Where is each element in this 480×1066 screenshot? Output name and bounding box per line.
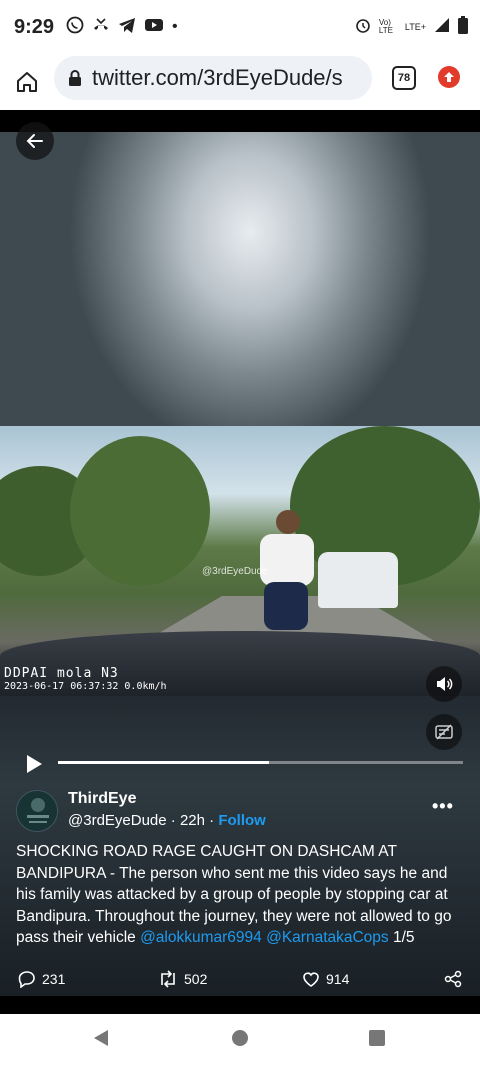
tweet-text: SHOCKING ROAD RAGE CAUGHT ON DASHCAM AT … [16,841,466,949]
like-count: 914 [326,971,350,987]
home-icon [17,72,37,92]
retweet-icon [161,970,175,988]
author-meta: @3rdEyeDude · 22h · Follow [68,812,266,829]
video-progress-bar[interactable] [58,761,463,764]
lock-icon [69,70,81,86]
heart-icon [303,972,319,987]
whatsapp-icon [66,16,84,39]
notification-icons: • [66,16,178,39]
browser-toolbar: twitter.com/3rdEyeDude/s 78 [0,54,480,110]
volume-button[interactable] [426,666,462,702]
home-button[interactable] [0,54,54,110]
captions-icon [435,724,453,740]
tweet-actions: 231 502 914 [0,970,480,994]
reply-icon [18,971,35,988]
avatar[interactable] [16,790,58,832]
dashcam-brand: DDPAI mola N3 [4,666,119,681]
meta-separator: · [166,812,180,829]
reply-button[interactable]: 231 [18,970,65,988]
nav-recents-button[interactable] [368,1028,386,1053]
more-options-button[interactable]: ••• [432,796,454,817]
share-icon [444,970,462,988]
youtube-icon [144,17,164,38]
arrow-up-icon [444,72,454,82]
follow-button[interactable]: Follow [218,812,266,829]
dashcam-overlay: DDPAI mola N3 2023-06-17 06:37:32 0.0km/… [4,666,167,692]
telegram-icon [118,16,136,39]
retweet-count: 502 [184,971,208,987]
video-frame[interactable]: @3rdEyeDude DDPAI mola N3 2023-06-17 06:… [0,426,480,696]
play-icon [27,755,42,773]
address-bar[interactable]: twitter.com/3rdEyeDude/s [54,56,372,100]
system-navigation-bar [0,1014,480,1066]
status-dot: • [172,18,178,35]
nav-home-button[interactable] [231,1028,249,1053]
tweet-time[interactable]: 22h [180,812,205,829]
speaker-icon [437,677,453,691]
thread-counter: 1/5 [388,929,415,946]
signal-icon [434,17,450,36]
nav-back-button[interactable] [92,1028,110,1053]
missed-call-icon [92,16,110,39]
author-handle[interactable]: @3rdEyeDude [68,812,167,829]
retweet-button[interactable]: 502 [158,970,207,988]
blurred-background-top [0,132,480,426]
status-bar: 9:29 • Vo) LTE LTE+ [0,0,480,54]
volte-label: Vo) LTE [378,17,393,35]
tree-center-left [70,436,210,586]
status-time: 9:29 [14,15,55,38]
mention-link-1[interactable]: @alokkumar6994 [140,929,262,946]
like-button[interactable]: 914 [302,970,349,988]
video-watermark: @3rdEyeDude [202,566,268,577]
back-button[interactable] [16,122,54,160]
meta-separator-2: · [205,812,219,829]
triangle-back-icon [94,1030,108,1046]
alarm-icon [355,17,371,36]
battery-icon [458,16,468,37]
arrow-left-icon [26,134,43,148]
lte-label: LTE+ [404,21,426,32]
dashcam-timestamp: 2023-06-17 06:37:32 0.0km/h [4,681,167,692]
progress-fill [58,761,269,764]
tab-switcher-button[interactable]: 78 [392,66,416,90]
square-recents-icon [369,1030,385,1046]
play-button[interactable] [24,754,44,779]
white-car [318,552,398,608]
author-name[interactable]: ThirdEye [68,790,136,808]
update-button[interactable] [438,66,460,88]
mention-link-2[interactable]: @KarnatakaCops [266,929,389,946]
share-button[interactable] [444,970,462,988]
avatar-image [17,791,57,831]
captions-button[interactable] [426,714,462,750]
url-text: twitter.com/3rdEyeDude/s [92,65,343,90]
media-viewer: @3rdEyeDude DDPAI mola N3 2023-06-17 06:… [0,110,480,1014]
circle-home-icon [232,1030,248,1046]
system-icons: Vo) LTE LTE+ [355,16,468,37]
reply-count: 231 [42,971,66,987]
